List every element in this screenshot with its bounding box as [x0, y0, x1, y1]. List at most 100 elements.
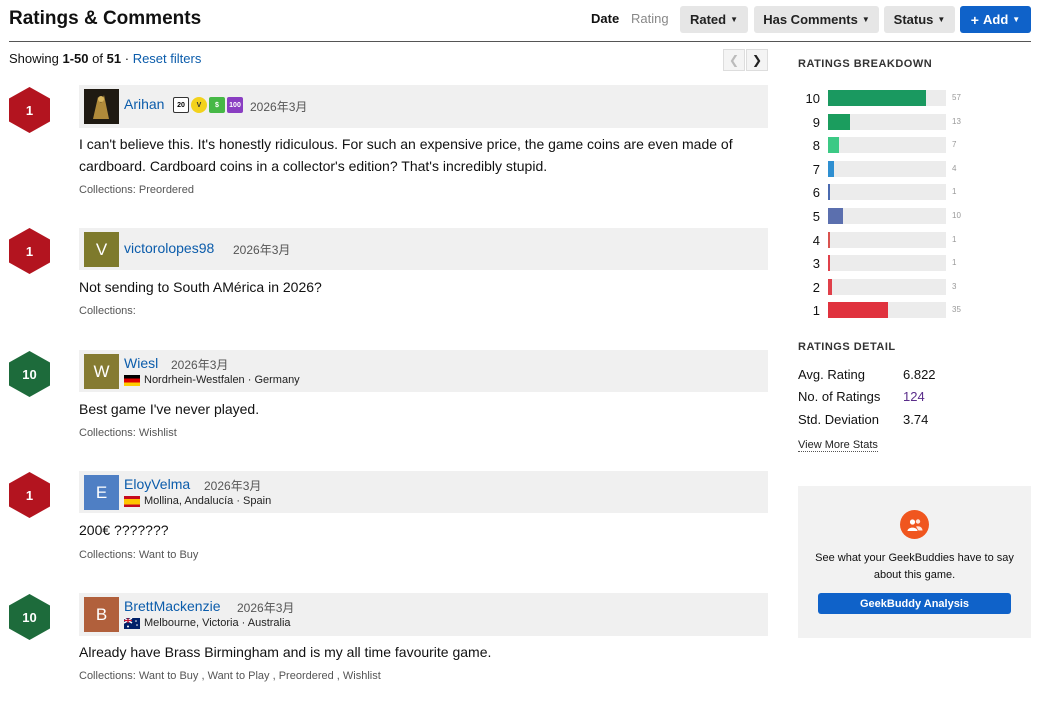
std-deviation-label: Std. Deviation: [798, 412, 879, 427]
breakdown-row-9[interactable]: 9 13: [798, 113, 988, 131]
username-link[interactable]: BrettMackenzie: [124, 598, 220, 614]
avatar[interactable]: B: [84, 597, 119, 632]
breakdown-count: 1: [952, 258, 957, 268]
review-item: 1 V victorolopes98 2026年3月 Not sending t…: [0, 228, 780, 328]
next-page-icon[interactable]: ❯: [746, 49, 768, 71]
rated-filter-label: Rated: [689, 12, 727, 27]
std-deviation-value: 3.74: [903, 412, 929, 427]
breakdown-bar-track: [828, 113, 946, 130]
breakdown-bar-track: [828, 160, 946, 177]
review-date: 2026年3月: [250, 100, 308, 114]
breakdown-bar-track: [828, 137, 946, 154]
avatar[interactable]: [84, 89, 119, 124]
avatar[interactable]: W: [84, 354, 119, 389]
breakdown-bar-fill: [828, 255, 830, 272]
breakdown-score-label: 8: [812, 138, 820, 154]
breakdown-row-6[interactable]: 61: [798, 184, 988, 201]
rating-hexagon: 10: [9, 351, 50, 397]
review-date: 2026年3月: [237, 601, 295, 615]
reset-filters-link[interactable]: Reset filters: [133, 51, 202, 66]
breakdown-count: 35: [952, 305, 961, 315]
review-collections: Collections: Wishlist: [79, 427, 177, 439]
add-button[interactable]: + Add ▼: [960, 6, 1031, 33]
review-date: 2026年3月: [171, 358, 229, 372]
prev-page-icon[interactable]: ❮: [723, 49, 745, 71]
user-location: Nordrhein-Westfalen · Germany: [124, 374, 300, 386]
breakdown-bar-fill: [828, 184, 830, 201]
review-comment: Not sending to South AMérica in 2026?: [79, 279, 322, 295]
avatar[interactable]: E: [84, 475, 119, 510]
germany-flag-icon: [124, 374, 140, 386]
badge-icon[interactable]: V: [191, 97, 207, 113]
status-filter-button[interactable]: Status ▼: [884, 6, 955, 33]
review-item: 10 W Wiesl 2026年3月 Nordrhein-Westfalen ·…: [0, 350, 780, 450]
breakdown-bar-track: [828, 184, 946, 201]
breakdown-score-label: 9: [812, 114, 820, 130]
breakdown-row-5[interactable]: 5 10: [798, 208, 988, 225]
username-link[interactable]: EloyVelma: [124, 476, 190, 492]
username-link[interactable]: Arihan: [124, 96, 164, 112]
avg-rating-label: Avg. Rating: [798, 367, 865, 382]
num-ratings-value[interactable]: 124: [903, 389, 925, 404]
review-item: 1 Arihan 20 V $ 100 2026年3月 I can't beli…: [0, 85, 780, 205]
breakdown-row-7[interactable]: 74: [798, 160, 988, 178]
breakdown-score-label: 6: [812, 185, 820, 201]
avatar[interactable]: V: [84, 232, 119, 267]
ratings-breakdown-title: RATINGS BREAKDOWN: [798, 58, 933, 70]
status-filter-label: Status: [893, 12, 934, 27]
breakdown-score-label: 4: [812, 232, 820, 248]
spain-flag-icon: [124, 495, 140, 507]
chevron-down-icon: ▼: [937, 15, 946, 24]
sort-rating[interactable]: Rating: [631, 11, 669, 26]
breakdown-bar-fill: [828, 137, 839, 154]
sort-date[interactable]: Date: [591, 11, 619, 26]
review-collections: Collections: Preordered: [79, 184, 194, 196]
breakdown-row-3[interactable]: 31: [798, 255, 988, 272]
breakdown-score-label: 5: [812, 209, 820, 224]
review-comment: 200€ ???????: [79, 522, 169, 538]
breakdown-bar-fill: [828, 160, 834, 177]
ratings-detail-title: RATINGS DETAIL: [798, 341, 896, 353]
geekbuddy-description: See what your GeekBuddies have to say ab…: [815, 552, 1014, 581]
rating-hexagon: 1: [9, 472, 50, 518]
breakdown-bar-fill: [828, 231, 830, 248]
rating-hexagon: 10: [9, 594, 50, 640]
breakdown-bar-fill: [828, 278, 832, 295]
rated-filter-button[interactable]: Rated ▼: [680, 6, 748, 33]
user-bar: B BrettMackenzie 2026年3月 Melbourne, Vict…: [79, 593, 768, 636]
breakdown-score-label: 2: [812, 279, 820, 295]
username-link[interactable]: victorolopes98: [124, 240, 214, 256]
user-bar: Arihan 20 V $ 100 2026年3月: [79, 85, 768, 128]
user-location: Melbourne, Victoria · Australia: [123, 616, 291, 629]
breakdown-bar-track: [828, 255, 946, 272]
badge-icon[interactable]: $: [209, 97, 225, 113]
breakdown-bar-fill: [828, 90, 926, 106]
badge-icon[interactable]: 100: [227, 97, 243, 113]
review-comment: I can't believe this. It's honestly ridi…: [79, 136, 733, 174]
breakdown-count: 1: [952, 234, 957, 244]
breakdown-row-8[interactable]: 87: [798, 137, 988, 154]
avg-rating-value: 6.822: [903, 367, 936, 382]
breakdown-score-label: 7: [812, 161, 820, 177]
breakdown-row-4[interactable]: 41: [798, 231, 988, 249]
breakdown-bar-track: [828, 231, 946, 248]
rating-hexagon: 1: [9, 87, 50, 133]
user-bar: V victorolopes98 2026年3月: [79, 228, 768, 270]
has-comments-filter-label: Has Comments: [763, 12, 858, 27]
review-comment: Best game I've never played.: [79, 401, 260, 417]
add-button-label: Add: [982, 12, 1009, 27]
geekbuddy-panel: See what your GeekBuddies have to say ab…: [798, 486, 1031, 638]
breakdown-row-2[interactable]: 23: [798, 278, 988, 296]
review-collections: Collections:: [79, 305, 136, 317]
breakdown-row-1[interactable]: 1 35: [798, 302, 988, 319]
has-comments-filter-button[interactable]: Has Comments ▼: [754, 6, 879, 33]
rating-hexagon: 1: [9, 228, 50, 274]
username-link[interactable]: Wiesl: [124, 355, 158, 371]
review-item: 1 E EloyVelma 2026年3月 Mollina, Andalucía…: [0, 471, 780, 571]
review-collections: Collections: Want to Buy , Want to Play …: [79, 670, 381, 682]
badge-icon[interactable]: 20: [173, 97, 189, 113]
geekbuddy-analysis-button[interactable]: GeekBuddy Analysis: [818, 593, 1011, 614]
breakdown-row-10[interactable]: 10 57: [798, 90, 988, 107]
view-more-stats-link[interactable]: View More Stats: [798, 439, 878, 452]
review-item: 10 B BrettMackenzie 2026年3月 Melbourne, V…: [0, 593, 780, 693]
